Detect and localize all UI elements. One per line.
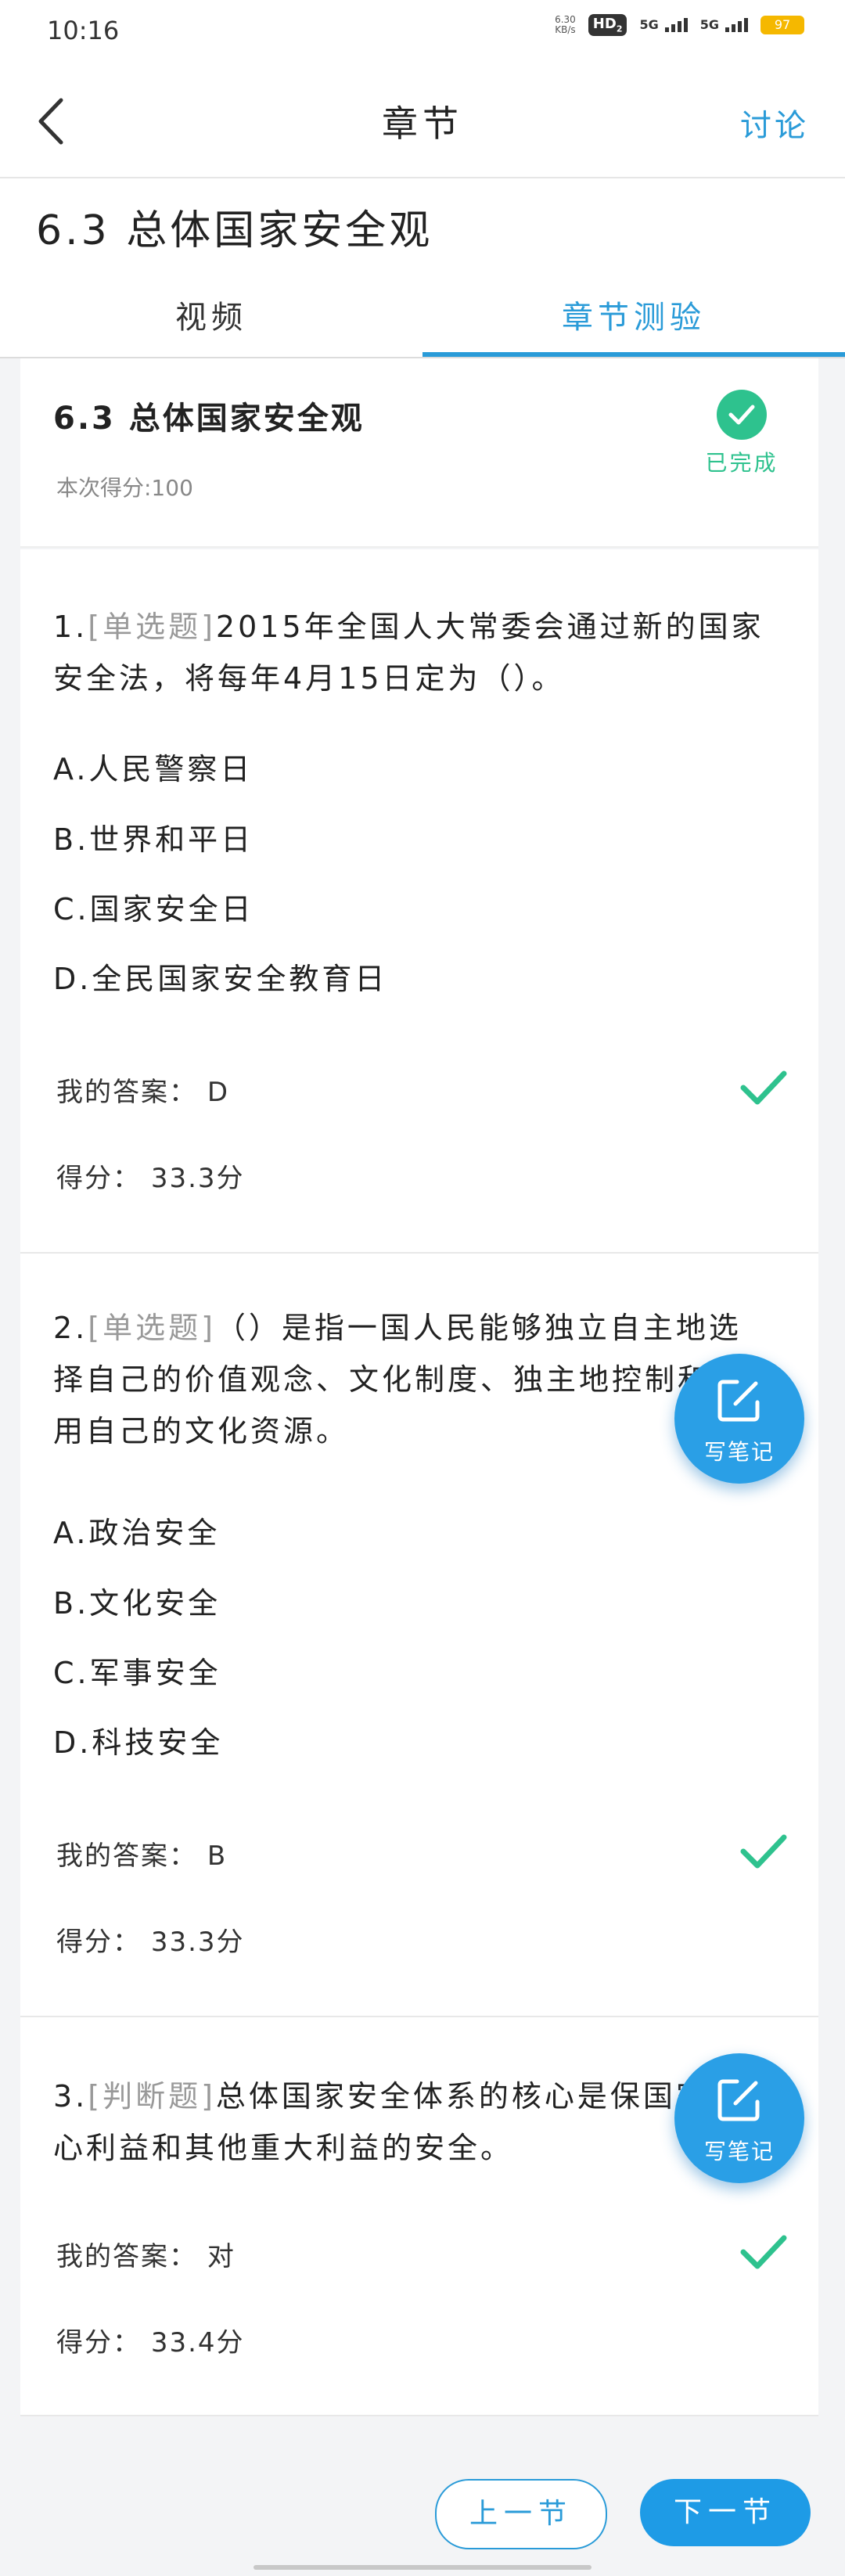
question-type: [判断题] (88, 2079, 216, 2114)
question-score: 得分： 33.4分 (56, 2327, 245, 2358)
completed-label: 已完成 (705, 450, 778, 476)
write-note-label: 写笔记 (703, 2139, 775, 2164)
question-score: 得分： 33.3分 (56, 1163, 245, 1194)
home-indicator[interactable] (254, 2565, 592, 2570)
option-b: B.世界和平日 (53, 822, 254, 857)
total-score: 本次得分:100 (56, 475, 193, 501)
option-d: D.全民国家安全教育日 (53, 962, 388, 996)
correct-check-icon (740, 1834, 787, 1869)
chapter-header: 6.3 总体国家安全观 视频 章节测验 (0, 178, 845, 358)
prev-section-button[interactable]: 上一节 (435, 2479, 607, 2549)
option-b: B.文化安全 (53, 1586, 221, 1621)
question-stem: 3.[判断题]总体国家安全体系的核心是保国家核心利益和其他重大利益的安全。 (53, 2079, 742, 2165)
signal-icon: 5G (639, 17, 688, 33)
edit-note-icon (717, 1380, 760, 1422)
my-answer: 我的答案： B (56, 1840, 228, 1872)
status-icons: 6.30 KB/s HD2 5G 5G 97 (555, 14, 804, 36)
option-d: D.科技安全 (53, 1725, 224, 1760)
completed-badge: 已完成 (703, 390, 781, 477)
check-circle-icon (717, 390, 767, 440)
next-section-button[interactable]: 下一节 (640, 2479, 811, 2546)
nav-header: 章节 讨论 (0, 66, 845, 178)
question-type: [单选题] (88, 610, 216, 644)
correct-check-icon (740, 1070, 787, 1105)
quiz-title: 6.3 总体国家安全观 (53, 401, 365, 437)
option-c: C.军事安全 (53, 1656, 221, 1690)
network-speed: 6.30 KB/s (555, 13, 576, 35)
tab-chapter-quiz[interactable]: 章节测验 (422, 286, 845, 357)
write-note-button[interactable]: 写笔记 (674, 1354, 804, 1484)
option-a: A.人民警察日 (53, 752, 254, 786)
edit-note-icon (717, 2079, 760, 2121)
option-a: A.政治安全 (53, 1516, 221, 1550)
my-answer: 我的答案： D (56, 1077, 229, 1108)
tab-video[interactable]: 视频 (0, 286, 422, 357)
question-stem: 1.[单选题]2015年全国人大常委会通过新的国家安全法，将每年4月15日定为（… (53, 610, 764, 696)
my-answer: 我的答案： 对 (56, 2241, 236, 2272)
write-note-label: 写笔记 (703, 1439, 775, 1465)
status-bar: 10:16 6.30 KB/s HD2 5G 5G 97 (0, 0, 845, 66)
signal-icon-2: 5G (700, 17, 748, 33)
clock: 10:16 (47, 16, 120, 45)
discuss-link[interactable]: 讨论 (740, 100, 809, 146)
option-c: C.国家安全日 (53, 892, 254, 926)
write-note-button[interactable]: 写笔记 (674, 2053, 804, 2183)
chapter-title: 6.3 总体国家安全观 (36, 207, 433, 254)
question-card: 1.[单选题]2015年全国人大常委会通过新的国家安全法，将每年4月15日定为（… (20, 549, 818, 1254)
hd-voice-icon: HD2 (588, 14, 627, 36)
page-title: 章节 (382, 103, 463, 145)
question-type: [单选题] (88, 1311, 216, 1345)
question-stem: 2.[单选题]（）是指一国人民能够独立自主地选择自己的价值观念、文化制度、独主地… (53, 1311, 744, 1448)
question-score: 得分： 33.3分 (56, 1927, 245, 1958)
quiz-summary-card: 6.3 总体国家安全观 本次得分:100 已完成 (20, 358, 818, 548)
correct-check-icon (740, 2235, 787, 2269)
battery-icon: 97 (760, 15, 804, 34)
